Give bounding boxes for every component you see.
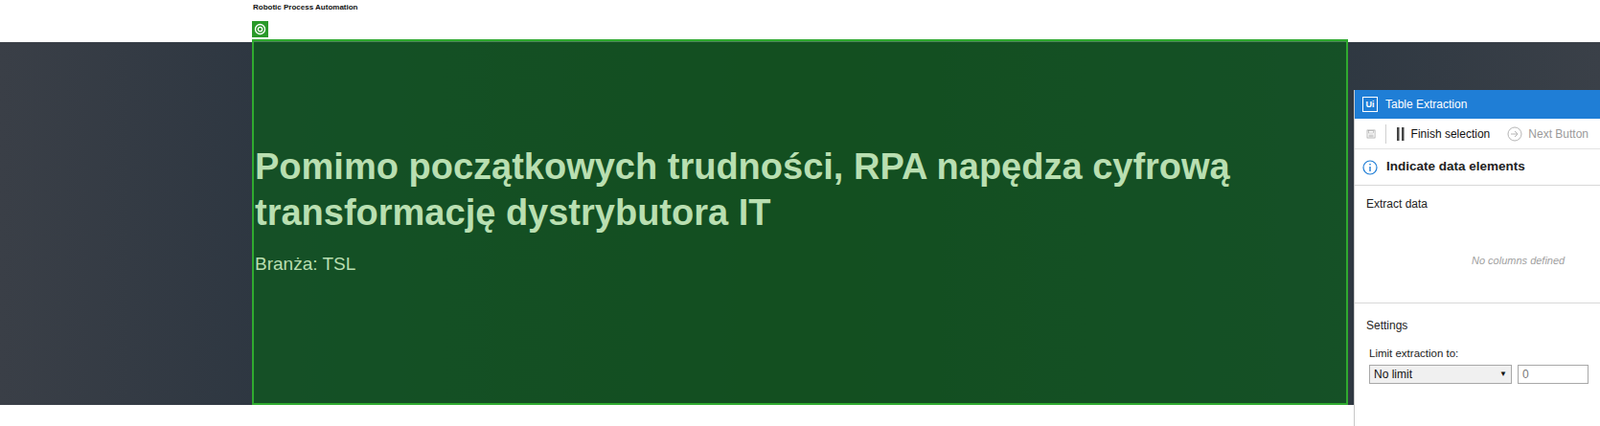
hero-title: Pomimo początkowych trudności, RPA napęd… bbox=[254, 143, 1347, 236]
brand-text[interactable]: Robotic Process Automation bbox=[252, 1, 1600, 14]
finish-selection-button[interactable]: Finish selection bbox=[1395, 125, 1491, 143]
limit-dropdown[interactable]: No limit ▼ bbox=[1369, 365, 1512, 385]
extract-data-section: Extract data No columns defined bbox=[1354, 185, 1600, 304]
instruction-row: Indicate data elements bbox=[1354, 149, 1600, 186]
uipath-logo-icon: Ui bbox=[1362, 96, 1378, 113]
industry-text: Branża: TSL bbox=[254, 251, 1347, 279]
window-title: Table Extraction bbox=[1385, 95, 1467, 114]
empty-columns-text: No columns defined bbox=[1366, 252, 1589, 270]
next-button-button[interactable]: Next Button bbox=[1507, 125, 1589, 143]
toolbar: Finish selection Next Button bbox=[1354, 118, 1600, 150]
title-bar: Ui Table Extraction bbox=[1354, 90, 1600, 119]
table-extraction-panel: Ui Table Extraction Finish selection Nex… bbox=[1353, 90, 1600, 426]
dropdown-arrow-icon: ▼ bbox=[1499, 368, 1508, 381]
hero-title-line: Pomimo początkowych trudności, RPA napęd… bbox=[254, 143, 1347, 190]
settings-section: Settings Limit extraction to: No limit ▼… bbox=[1354, 303, 1600, 385]
target-icon bbox=[251, 21, 269, 38]
site-header: Robotic Process Automation bbox=[0, 0, 1600, 43]
next-arrow-icon bbox=[1507, 126, 1523, 142]
instruction-text: Indicate data elements bbox=[1386, 157, 1526, 177]
save-icon[interactable] bbox=[1366, 124, 1376, 144]
pause-icon bbox=[1395, 126, 1406, 142]
hero-title-line: transformację dystrybutora IT bbox=[254, 189, 1347, 236]
info-icon bbox=[1362, 160, 1378, 176]
selection-box[interactable]: Pomimo początkowych trudności, RPA napęd… bbox=[251, 39, 1349, 406]
limit-count-field[interactable]: 0 bbox=[1517, 365, 1589, 385]
